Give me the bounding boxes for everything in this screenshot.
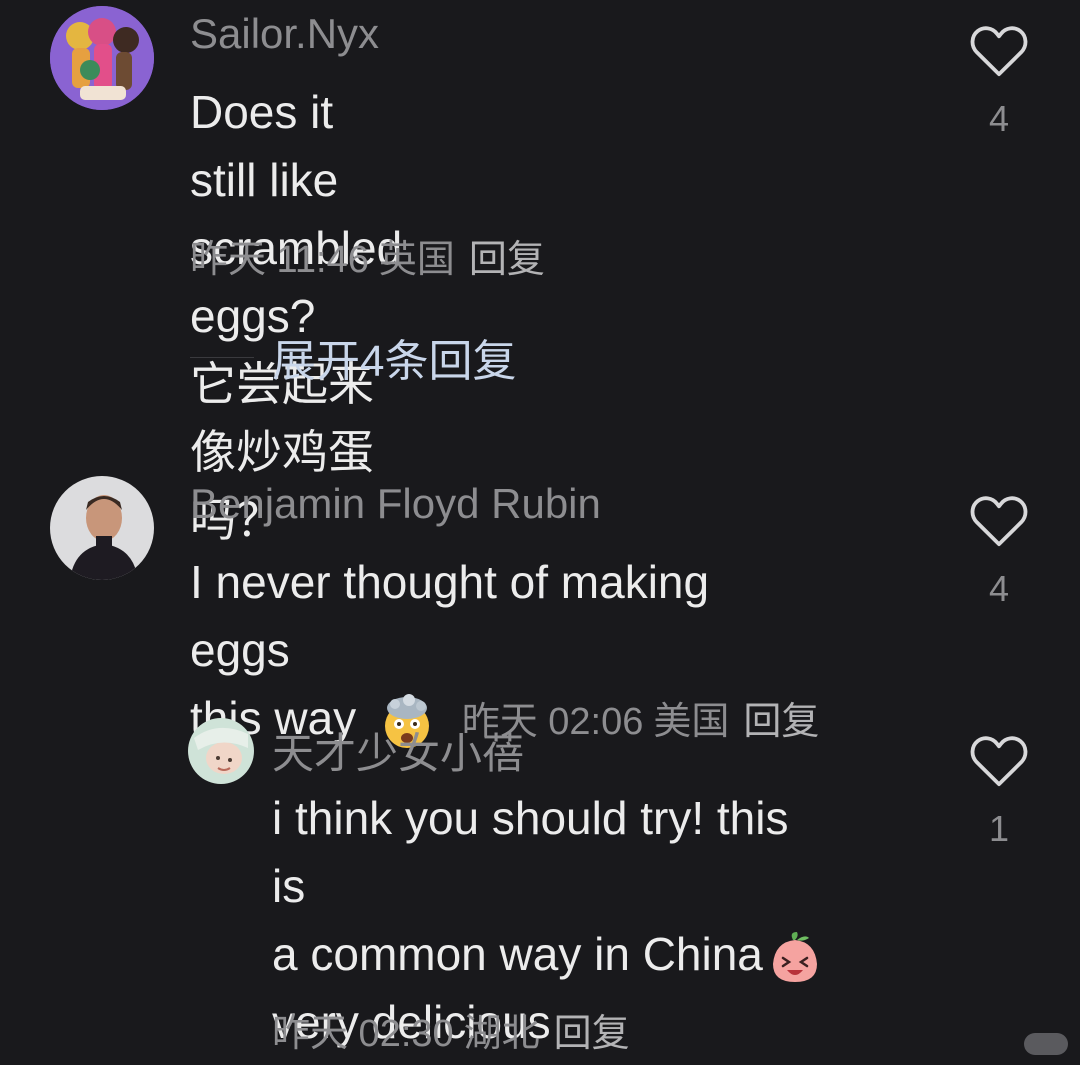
like-button[interactable]: 1	[968, 732, 1030, 850]
heart-outline-icon	[970, 26, 1028, 77]
comment-time: 昨天 02:30	[272, 1013, 454, 1055]
like-count: 1	[988, 808, 1010, 849]
comment-text-segment: a common way in China	[272, 928, 763, 980]
username[interactable]: Benjamin Floyd Rubin	[190, 480, 601, 528]
avatar[interactable]	[50, 476, 154, 580]
reply-button[interactable]: 回复	[469, 239, 545, 281]
reply-button[interactable]: 回复	[743, 701, 819, 743]
avatar[interactable]	[188, 718, 254, 784]
expand-replies-button[interactable]: 展开4条回复	[190, 325, 516, 389]
like-button[interactable]: 4	[968, 492, 1030, 610]
avatar-image	[50, 476, 154, 580]
laughing-peach-emoji	[772, 931, 817, 982]
avatar-image	[188, 718, 254, 784]
comment-location: 湖北	[463, 1013, 540, 1055]
comment-text-line: Does it still like scrambled eggs?	[190, 86, 403, 342]
expand-replies-label[interactable]: 展开4条回复	[272, 325, 516, 389]
comment-location: 英国	[378, 239, 455, 281]
username[interactable]: 天才少女小蓓	[272, 720, 524, 781]
like-count: 4	[988, 568, 1010, 609]
divider	[190, 356, 254, 358]
heart-outline-icon	[970, 736, 1028, 787]
reply-button[interactable]: 回复	[554, 1013, 630, 1055]
comment-text-line: i think you should try! this is	[272, 792, 789, 912]
like-button[interactable]: 4	[968, 22, 1030, 140]
like-count: 4	[988, 98, 1010, 139]
comment-thread: Sailor.Nyx Does it still like scrambled …	[0, 0, 1080, 1065]
avatar[interactable]	[50, 6, 154, 110]
comment-meta: 昨天 02:30 湖北 回复	[272, 1002, 630, 1057]
comment-meta: 昨天 11:46 英国 回复	[190, 228, 545, 283]
comment-text-line: I never thought of making eggs	[190, 556, 710, 676]
comment-time: 昨天 11:46	[190, 239, 369, 281]
avatar-image	[50, 6, 154, 110]
heart-outline-icon	[970, 496, 1028, 547]
username[interactable]: Sailor.Nyx	[190, 10, 379, 58]
comment-location: 美国	[653, 701, 730, 743]
comment-text-line: a common way in China	[272, 920, 823, 988]
watermark-badge	[1024, 1033, 1068, 1055]
